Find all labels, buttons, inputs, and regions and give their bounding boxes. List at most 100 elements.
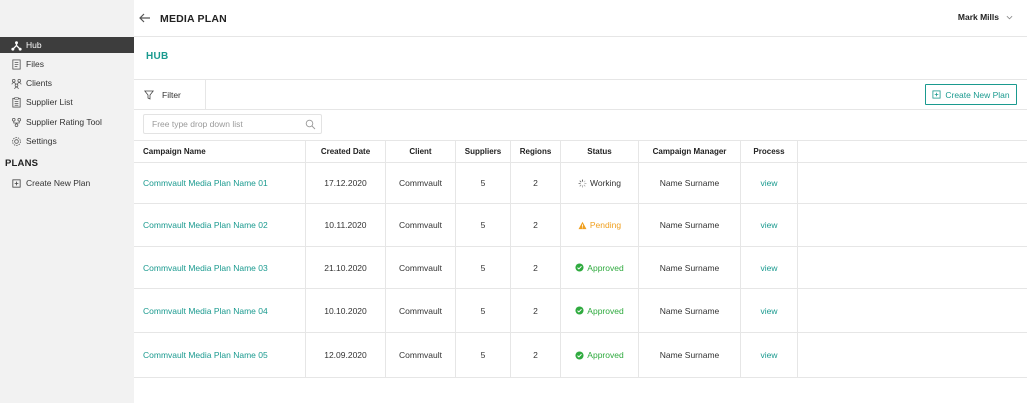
- check-circle-icon: [575, 306, 584, 315]
- view-link[interactable]: view: [760, 306, 777, 316]
- sidebar-item-label: Supplier List: [26, 97, 73, 107]
- back-arrow-icon[interactable]: [138, 11, 152, 25]
- sidebar-item-label: Clients: [26, 78, 52, 88]
- sidebar-item-create-new-plan[interactable]: Create New Plan: [0, 175, 134, 191]
- created-date-cell: 10.10.2020: [306, 289, 386, 332]
- process-cell: view: [741, 204, 798, 246]
- column-header-regions[interactable]: Regions: [511, 141, 561, 162]
- client-cell: Commvault: [386, 204, 456, 246]
- check-circle-icon: [575, 350, 584, 360]
- status-badge: Approved: [575, 305, 624, 316]
- file-icon: [10, 58, 22, 70]
- clients-icon: [10, 77, 22, 89]
- list-icon: [10, 96, 22, 108]
- suppliers-cell: 5: [456, 204, 511, 246]
- section-title: HUB: [146, 51, 169, 62]
- regions-cell: 2: [511, 204, 561, 246]
- client-cell: Commvault: [386, 333, 456, 377]
- sidebar-item-label: Files: [26, 59, 44, 69]
- status-cell: Working: [561, 163, 639, 203]
- user-name: Mark Mills: [957, 12, 999, 22]
- campaign-name-link[interactable]: Commvault Media Plan Name 04: [143, 306, 268, 316]
- process-cell: view: [741, 333, 798, 377]
- column-header-client[interactable]: Client: [386, 141, 456, 162]
- process-cell: view: [741, 289, 798, 332]
- check-circle-icon: [575, 263, 584, 272]
- spinner-icon: [578, 178, 587, 188]
- campaign-name-cell: Commvault Media Plan Name 04: [134, 289, 306, 332]
- chevron-down-icon: [1006, 15, 1013, 19]
- sidebar-item-files[interactable]: Files: [0, 56, 134, 72]
- create-new-plan-button[interactable]: Create New Plan: [925, 84, 1017, 105]
- created-date-cell: 21.10.2020: [306, 247, 386, 288]
- manager-cell: Name Surname: [639, 289, 741, 332]
- campaign-name-link[interactable]: Commvault Media Plan Name 03: [143, 263, 268, 273]
- sidebar-item-clients[interactable]: Clients: [0, 75, 134, 91]
- view-link[interactable]: view: [760, 178, 777, 188]
- sidebar: Hub Files Clients Supplier List Supplier…: [0, 0, 134, 403]
- campaign-name-link[interactable]: Commvault Media Plan Name 02: [143, 220, 268, 230]
- client-cell: Commvault: [386, 289, 456, 332]
- regions-cell: 2: [511, 289, 561, 332]
- search-input[interactable]: [144, 115, 294, 133]
- view-link[interactable]: view: [760, 220, 777, 230]
- regions-cell: 2: [511, 163, 561, 203]
- sidebar-item-label: Hub: [26, 40, 42, 50]
- process-cell: view: [741, 163, 798, 203]
- column-header-status[interactable]: Status: [561, 141, 639, 162]
- status-badge: Approved: [575, 263, 624, 273]
- campaign-name-link[interactable]: Commvault Media Plan Name 01: [143, 178, 268, 188]
- plus-square-icon: [10, 177, 22, 189]
- campaign-name-link[interactable]: Commvault Media Plan Name 05: [143, 350, 268, 360]
- table-header: Campaign Name Created Date Client Suppli…: [134, 140, 1027, 163]
- sidebar-item-supplier-rating-tool[interactable]: Supplier Rating Tool: [0, 114, 134, 130]
- view-link[interactable]: view: [760, 350, 777, 360]
- sidebar-item-supplier-list[interactable]: Supplier List: [0, 94, 134, 110]
- sidebar-item-settings[interactable]: Settings: [0, 133, 134, 149]
- column-header-campaign-name[interactable]: Campaign Name: [134, 141, 306, 162]
- status-text: Approved: [587, 350, 624, 360]
- sidebar-item-label: Create New Plan: [26, 178, 91, 188]
- status-text: Pending: [589, 220, 622, 230]
- create-new-plan-label: Create New Plan: [945, 89, 1010, 100]
- table-row: Commvault Media Plan Name 02 10.11.2020 …: [134, 204, 1027, 247]
- created-date-cell: 17.12.2020: [306, 163, 386, 203]
- suppliers-cell: 5: [456, 333, 511, 377]
- created-date-cell: 10.11.2020: [306, 204, 386, 246]
- sidebar-item-label: Settings: [26, 136, 57, 146]
- column-header-process[interactable]: Process: [741, 141, 798, 162]
- filter-button[interactable]: Filter: [134, 80, 206, 110]
- suppliers-cell: 5: [456, 289, 511, 332]
- filter-icon: [144, 90, 154, 100]
- toolbar: Filter Create New Plan: [134, 80, 1027, 110]
- hub-icon: [10, 39, 22, 51]
- status-text: Approved: [587, 305, 624, 316]
- manager-cell: Name Surname: [639, 163, 741, 203]
- view-link[interactable]: view: [760, 263, 777, 273]
- manager-cell: Name Surname: [639, 333, 741, 377]
- client-cell: Commvault: [386, 163, 456, 203]
- user-menu[interactable]: Mark Mills: [958, 12, 1013, 22]
- top-header: MEDIA PLAN Mark Mills: [134, 0, 1027, 37]
- status-text: Working: [589, 178, 622, 188]
- created-date-cell: 12.09.2020: [306, 333, 386, 377]
- filter-label: Filter: [162, 90, 181, 100]
- table-row: Commvault Media Plan Name 04 10.10.2020 …: [134, 289, 1027, 333]
- manager-cell: Name Surname: [639, 247, 741, 288]
- process-cell: view: [741, 247, 798, 288]
- campaign-name-cell: Commvault Media Plan Name 01: [134, 163, 306, 203]
- section-header: HUB: [134, 37, 1027, 80]
- campaign-table: Campaign Name Created Date Client Suppli…: [134, 140, 1027, 378]
- status-cell: Pending: [561, 204, 639, 246]
- campaign-name-cell: Commvault Media Plan Name 03: [134, 247, 306, 288]
- column-header-campaign-manager[interactable]: Campaign Manager: [639, 141, 741, 162]
- plans-heading: PLANS: [5, 158, 39, 169]
- status-cell: Approved: [561, 289, 639, 332]
- sidebar-item-hub[interactable]: Hub: [0, 37, 134, 53]
- column-header-created-date[interactable]: Created Date: [306, 141, 386, 162]
- status-cell: Approved: [561, 333, 639, 377]
- column-header-suppliers[interactable]: Suppliers: [456, 141, 511, 162]
- campaign-name-cell: Commvault Media Plan Name 05: [134, 333, 306, 377]
- status-cell: Approved: [561, 247, 639, 288]
- search-icon[interactable]: [305, 119, 316, 130]
